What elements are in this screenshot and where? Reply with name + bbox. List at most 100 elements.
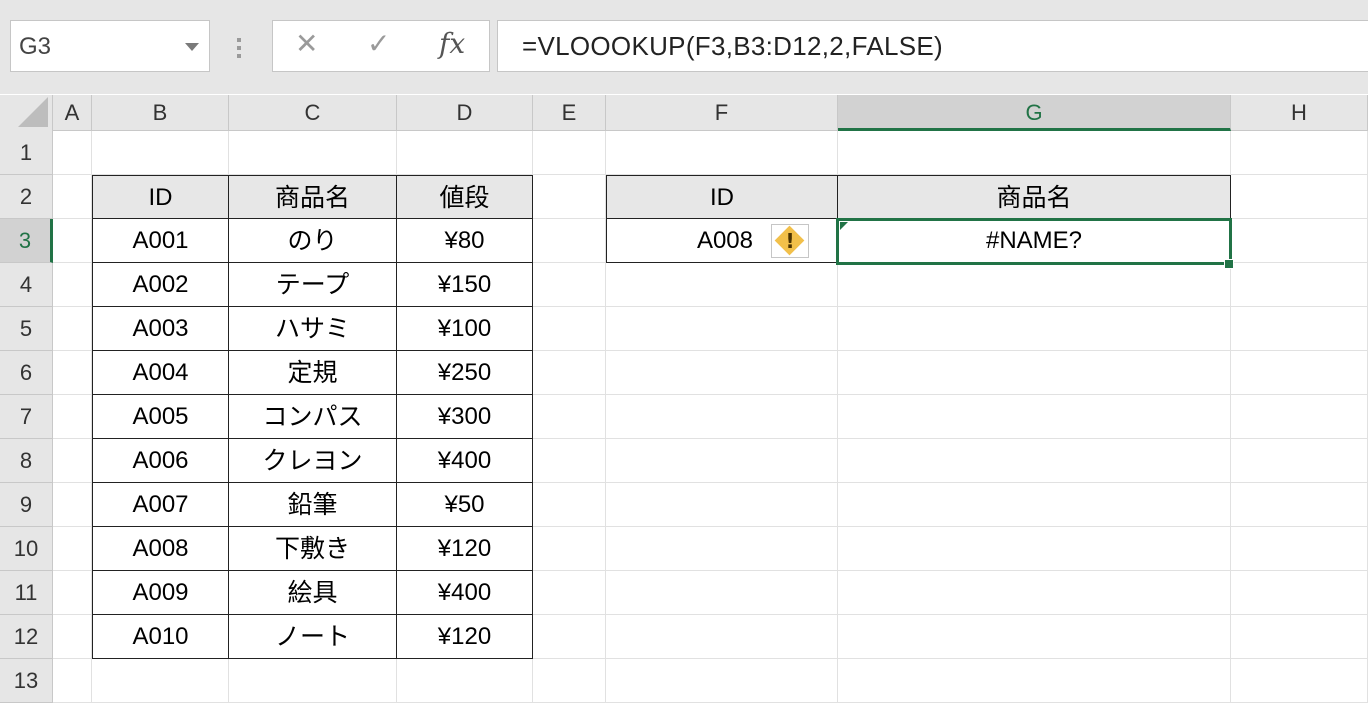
empty-cell[interactable] (838, 615, 1231, 659)
empty-cell[interactable] (1231, 351, 1368, 395)
product-id-cell[interactable]: A002 (92, 263, 229, 307)
empty-cell[interactable] (92, 659, 229, 703)
empty-cell[interactable] (838, 439, 1231, 483)
column-header-b[interactable]: B (92, 95, 229, 131)
empty-cell[interactable] (533, 395, 606, 439)
product-price-cell[interactable]: ¥100 (397, 307, 533, 351)
empty-cell[interactable] (838, 307, 1231, 351)
row-header-8[interactable]: 8 (0, 439, 53, 483)
empty-cell[interactable] (53, 659, 92, 703)
product-name-cell[interactable]: のり (229, 219, 397, 263)
product-id-cell[interactable]: A010 (92, 615, 229, 659)
fill-handle[interactable] (1224, 259, 1234, 269)
empty-cell[interactable] (606, 527, 838, 571)
column-header-h[interactable]: H (1231, 95, 1368, 131)
empty-cell[interactable] (53, 351, 92, 395)
row-header-5[interactable]: 5 (0, 307, 53, 351)
row-header-13[interactable]: 13 (0, 659, 53, 703)
empty-cell[interactable] (1231, 175, 1368, 219)
empty-cell[interactable] (53, 131, 92, 175)
empty-cell[interactable] (229, 131, 397, 175)
empty-cell[interactable] (53, 307, 92, 351)
empty-cell[interactable] (1231, 571, 1368, 615)
lookup-header-id[interactable]: ID (606, 175, 838, 219)
empty-cell[interactable] (53, 219, 92, 263)
empty-cell[interactable] (606, 307, 838, 351)
product-name-cell[interactable]: ハサミ (229, 307, 397, 351)
product-header-price[interactable]: 値段 (397, 175, 533, 219)
product-name-cell[interactable]: 鉛筆 (229, 483, 397, 527)
product-name-cell[interactable]: クレヨン (229, 439, 397, 483)
product-price-cell[interactable]: ¥250 (397, 351, 533, 395)
empty-cell[interactable] (1231, 659, 1368, 703)
empty-cell[interactable] (533, 131, 606, 175)
row-header-1[interactable]: 1 (0, 131, 53, 175)
column-header-d[interactable]: D (397, 95, 533, 131)
empty-cell[interactable] (92, 131, 229, 175)
empty-cell[interactable] (1231, 263, 1368, 307)
product-name-cell[interactable]: 下敷き (229, 527, 397, 571)
empty-cell[interactable] (838, 263, 1231, 307)
product-id-cell[interactable]: A009 (92, 571, 229, 615)
empty-cell[interactable] (53, 175, 92, 219)
product-id-cell[interactable]: A003 (92, 307, 229, 351)
empty-cell[interactable] (533, 615, 606, 659)
product-price-cell[interactable]: ¥300 (397, 395, 533, 439)
empty-cell[interactable] (1231, 439, 1368, 483)
empty-cell[interactable] (1231, 307, 1368, 351)
chevron-down-icon[interactable] (185, 43, 199, 51)
lookup-header-name[interactable]: 商品名 (838, 175, 1231, 219)
product-id-cell[interactable]: A008 (92, 527, 229, 571)
product-price-cell[interactable]: ¥120 (397, 527, 533, 571)
insert-function-icon[interactable]: fx (439, 27, 465, 60)
error-options-button[interactable]: ! (771, 224, 809, 258)
row-header-9[interactable]: 9 (0, 483, 53, 527)
row-header-10[interactable]: 10 (0, 527, 53, 571)
empty-cell[interactable] (53, 439, 92, 483)
row-header-6[interactable]: 6 (0, 351, 53, 395)
empty-cell[interactable] (1231, 395, 1368, 439)
empty-cell[interactable] (533, 351, 606, 395)
empty-cell[interactable] (533, 175, 606, 219)
empty-cell[interactable] (606, 439, 838, 483)
empty-cell[interactable] (606, 571, 838, 615)
product-name-cell[interactable]: ノート (229, 615, 397, 659)
empty-cell[interactable] (53, 395, 92, 439)
empty-cell[interactable] (838, 395, 1231, 439)
product-header-id[interactable]: ID (92, 175, 229, 219)
product-name-cell[interactable]: 絵具 (229, 571, 397, 615)
lookup-result-cell[interactable]: #NAME? (838, 219, 1231, 263)
empty-cell[interactable] (397, 131, 533, 175)
empty-cell[interactable] (838, 571, 1231, 615)
product-price-cell[interactable]: ¥50 (397, 483, 533, 527)
name-box[interactable]: G3 (10, 20, 210, 72)
empty-cell[interactable] (606, 351, 838, 395)
row-header-2[interactable]: 2 (0, 175, 53, 219)
column-header-f[interactable]: F (606, 95, 838, 131)
product-name-cell[interactable]: コンパス (229, 395, 397, 439)
empty-cell[interactable] (838, 483, 1231, 527)
product-id-cell[interactable]: A001 (92, 219, 229, 263)
empty-cell[interactable] (397, 659, 533, 703)
enter-icon[interactable]: ✓ (367, 27, 390, 60)
product-price-cell[interactable]: ¥120 (397, 615, 533, 659)
product-name-cell[interactable]: 定規 (229, 351, 397, 395)
empty-cell[interactable] (606, 263, 838, 307)
empty-cell[interactable] (533, 219, 606, 263)
empty-cell[interactable] (229, 659, 397, 703)
column-header-c[interactable]: C (229, 95, 397, 131)
empty-cell[interactable] (1231, 615, 1368, 659)
row-header-4[interactable]: 4 (0, 263, 53, 307)
select-all-button[interactable] (0, 95, 53, 131)
row-header-12[interactable]: 12 (0, 615, 53, 659)
column-header-e[interactable]: E (533, 95, 606, 131)
row-header-7[interactable]: 7 (0, 395, 53, 439)
empty-cell[interactable] (606, 615, 838, 659)
empty-cell[interactable] (53, 615, 92, 659)
column-header-a[interactable]: A (53, 95, 92, 131)
empty-cell[interactable] (533, 659, 606, 703)
product-id-cell[interactable]: A004 (92, 351, 229, 395)
row-header-3[interactable]: 3 (0, 219, 53, 263)
empty-cell[interactable] (606, 131, 838, 175)
empty-cell[interactable] (838, 527, 1231, 571)
